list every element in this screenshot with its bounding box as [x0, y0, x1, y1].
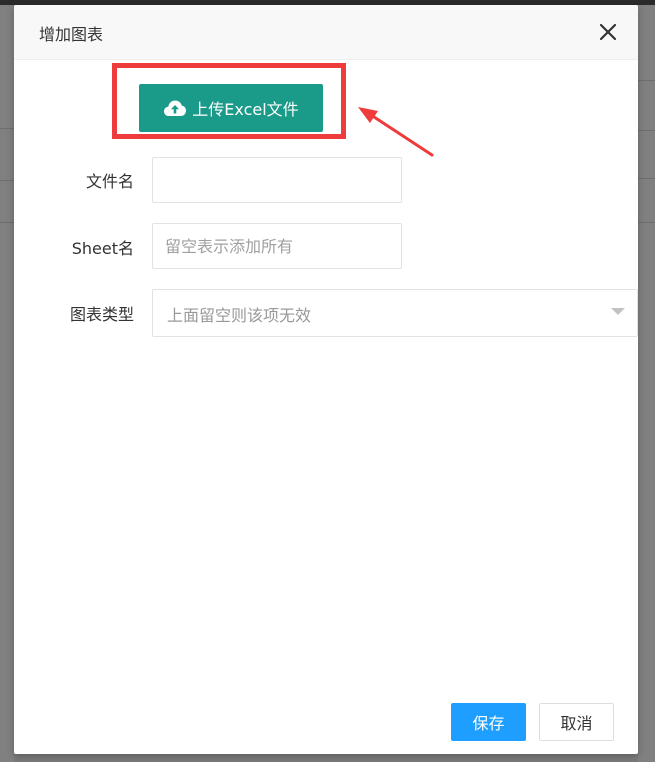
add-chart-dialog: 增加图表 上传Excel文件 文件名 Sheet名 图表类型 上面留空则该项无效… [14, 5, 638, 754]
background-divider [0, 180, 14, 181]
background-divider [638, 130, 655, 131]
upload-button-label: 上传Excel文件 [192, 100, 299, 119]
chart-type-label: 图表类型 [69, 305, 134, 324]
background-divider [638, 222, 655, 223]
close-icon [599, 23, 617, 41]
background-page-left [0, 5, 14, 762]
background-page-right [638, 5, 655, 762]
annotation-arrow-icon [358, 107, 434, 157]
dialog-title: 增加图表 [39, 25, 104, 44]
close-button[interactable] [597, 21, 619, 43]
upload-excel-button[interactable]: 上传Excel文件 [139, 84, 323, 132]
save-button[interactable]: 保存 [451, 703, 526, 741]
caret-down-icon [611, 308, 625, 315]
cloud-upload-icon [164, 100, 187, 116]
sheet-name-input[interactable] [152, 223, 402, 269]
dialog-header: 增加图表 [14, 5, 638, 60]
background-divider [0, 128, 14, 129]
cancel-button[interactable]: 取消 [539, 703, 614, 741]
filename-input[interactable] [152, 157, 402, 203]
background-divider [638, 178, 655, 179]
chart-type-select[interactable]: 上面留空则该项无效 [152, 289, 638, 337]
filename-label: 文件名 [85, 172, 134, 191]
sheet-name-label: Sheet名 [71, 239, 134, 258]
chart-type-placeholder: 上面留空则该项无效 [167, 306, 312, 325]
background-divider [0, 222, 14, 223]
background-divider [638, 80, 655, 81]
